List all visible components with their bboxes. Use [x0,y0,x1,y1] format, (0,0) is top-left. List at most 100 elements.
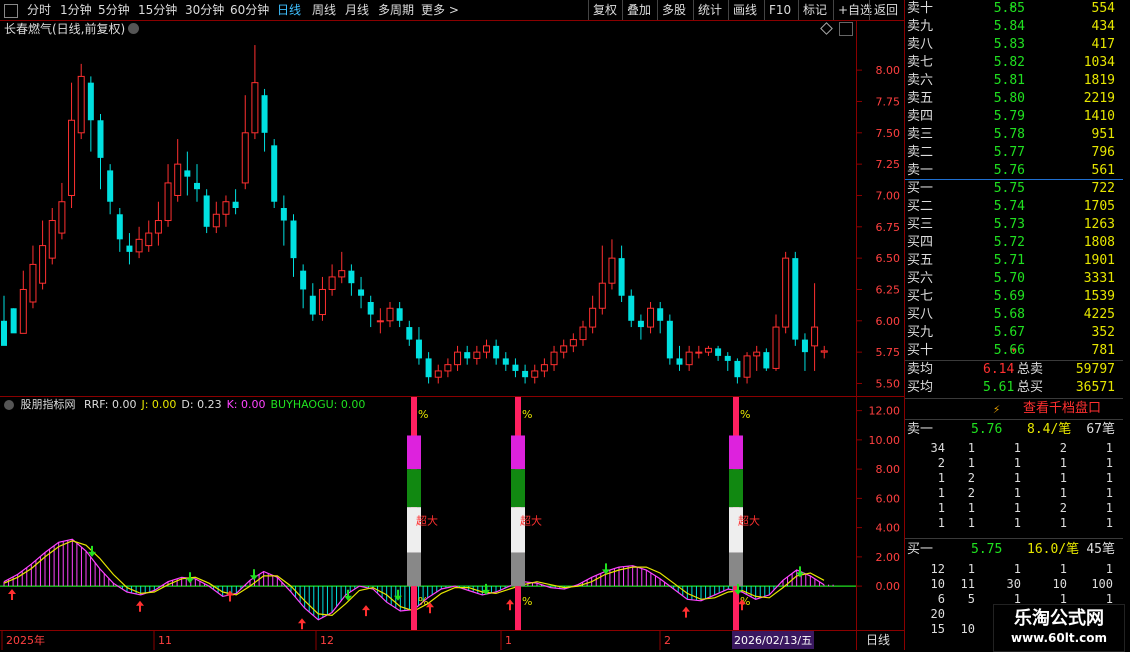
candle-body [704,347,712,353]
signal-tower-gray [729,552,743,587]
ask-row[interactable]: 卖八 5.83 417 [905,36,1123,54]
period-tab[interactable]: 30分钟 [185,2,224,18]
toolbar-button[interactable]: 返回 [869,0,902,20]
candle-body [647,307,655,328]
buy1-detail-count: 45笔 [1086,542,1115,557]
bid-row[interactable]: 买五 5.71 1901 [905,252,1123,270]
bid-price: 5.68 [993,307,1025,322]
indicator-tick-label: 0.00 [876,580,901,593]
period-label[interactable]: 日线 [866,633,890,647]
period-tab[interactable]: 日线 [277,2,301,18]
toolbar-button[interactable]: F10 [764,0,795,20]
bid-row[interactable]: 买一 5.75 722 [905,180,1123,198]
candle-body [502,358,509,365]
toolbar-button[interactable]: 叠加 [622,0,655,20]
frame-bottom-divider [0,630,905,631]
bid-row[interactable]: 买六 5.70 3331 [905,270,1123,288]
buy1-tick-value: 5 [967,592,975,606]
summary-label2: 总买 [1017,380,1044,395]
indicator-value-label: RRF: 0.00 [84,398,137,411]
bid-row[interactable]: 买十 5.66 781 ▾ [905,342,1123,360]
summary-volume: 36571 [1075,380,1115,395]
candle-body [194,182,200,190]
sell1-tick-value: 1 [1105,471,1113,485]
period-tab[interactable]: 分时 [27,2,51,18]
candle-body [598,282,606,309]
candle-body [454,351,462,366]
candle-body [628,295,635,321]
toolbar-button[interactable]: 标记 [798,0,831,20]
sell1-tick-value: 2 [1059,441,1067,455]
ask-volume: 554 [1091,1,1115,16]
candlestick-chart[interactable]: 8.00 7.75 7.50 7.25 7.00 6.75 6.50 6.25 6.00 5.75… [0,20,905,396]
ask-row[interactable]: 卖四 5.79 1410 [905,108,1123,126]
ask-row[interactable]: 卖五 5.80 2219 [905,90,1123,108]
toolbar-button[interactable]: 多股 [657,0,690,20]
candle-body [126,245,133,252]
period-tab[interactable]: 多周期 [378,2,414,18]
bid-price: 5.67 [993,325,1025,340]
bid-row[interactable]: 买二 5.74 1705 [905,198,1123,216]
candle-body [560,345,568,353]
ask-row[interactable]: 卖九 5.84 434 [905,18,1123,36]
candle-body [473,351,481,359]
candle-body [271,145,278,202]
qiandang-button[interactable]: ⚡ 查看千档盘口 [905,399,1123,419]
sell1-tick-value: 2 [1059,501,1067,515]
buy1-tick-value: 10 [960,622,975,636]
period-tab[interactable]: 月线 [345,2,369,18]
ask-row[interactable]: 卖十 5.85 554 * [905,0,1123,18]
bid-volume: 1263 [1083,217,1115,232]
ask-row[interactable]: 卖一 5.76 561 [905,162,1123,180]
sell1-tick-row: 1 1 1 2 1 [905,500,1123,516]
period-tab[interactable]: 1分钟 [60,2,92,18]
candle-body [763,352,770,369]
candle-body [493,345,500,359]
bid-volume: 3331 [1083,271,1115,286]
order-book-panel: 卖十 5.85 554 * 卖九 5.84 434 卖八 5.83 417 卖七 5.82 1034 卖六… [905,0,1123,650]
indicator-tick-label: 4.00 [876,522,901,535]
ask-volume: 1410 [1083,109,1115,124]
bid-row[interactable]: 买七 5.69 1539 [905,288,1123,306]
indicator-name[interactable]: 股朋指标网 [21,398,76,411]
bid-row[interactable]: 买八 5.68 4225 [905,306,1123,324]
signal-tower-green [407,469,421,508]
menu-square-icon[interactable] [4,4,18,18]
signal-tower-green [511,469,525,508]
indicator-tick-label: 12.00 [869,405,901,418]
price-tick-label: 5.75 [876,346,901,359]
indicator-tick-label: 2.00 [876,551,901,564]
buy1-tick-value: 6 [937,592,945,606]
ask-label: 卖九 [907,19,934,34]
toolbar-button[interactable]: 画线 [728,0,761,20]
sell1-tick-value: 1 [967,441,975,455]
ask-volume: 2219 [1083,91,1115,106]
ask-row[interactable]: 卖六 5.81 1819 [905,72,1123,90]
toolbar-button[interactable]: 统计 [693,0,726,20]
ask-row[interactable]: 卖二 5.77 796 [905,144,1123,162]
period-tab[interactable]: 5分钟 [98,2,130,18]
bid-row[interactable]: 买四 5.72 1808 [905,234,1123,252]
ask-row[interactable]: 卖三 5.78 951 [905,126,1123,144]
candle-body [522,370,529,378]
buy1-detail-row: 买一 5.75 16.0/笔 45笔 [905,541,1123,559]
period-tab[interactable]: 更多 > [421,2,459,18]
price-tick-label: 7.25 [876,158,901,171]
ask-volume: 1819 [1083,73,1115,88]
candle-body [782,257,790,328]
bid-row[interactable]: 买九 5.67 352 [905,324,1123,342]
bid-row[interactable]: 买三 5.73 1263 [905,216,1123,234]
collapse-icon[interactable] [4,400,14,410]
candle-body [97,120,104,158]
period-tab[interactable]: 周线 [312,2,336,18]
toolbar-button[interactable]: 复权 [588,0,621,20]
candle-body [174,163,182,196]
bid-label: 买九 [907,325,934,340]
period-tab[interactable]: 15分钟 [138,2,177,18]
ask-row[interactable]: 卖七 5.82 1034 [905,54,1123,72]
sell1-detail-label: 卖一 [907,422,934,437]
period-tab[interactable]: 60分钟 [230,2,269,18]
sell1-tick-value: 2 [967,471,975,485]
date-label: 2 [664,634,671,647]
indicator-chart[interactable]: 12.0010.008.006.004.002.000.00%%超大%%超大%%… [0,396,905,630]
